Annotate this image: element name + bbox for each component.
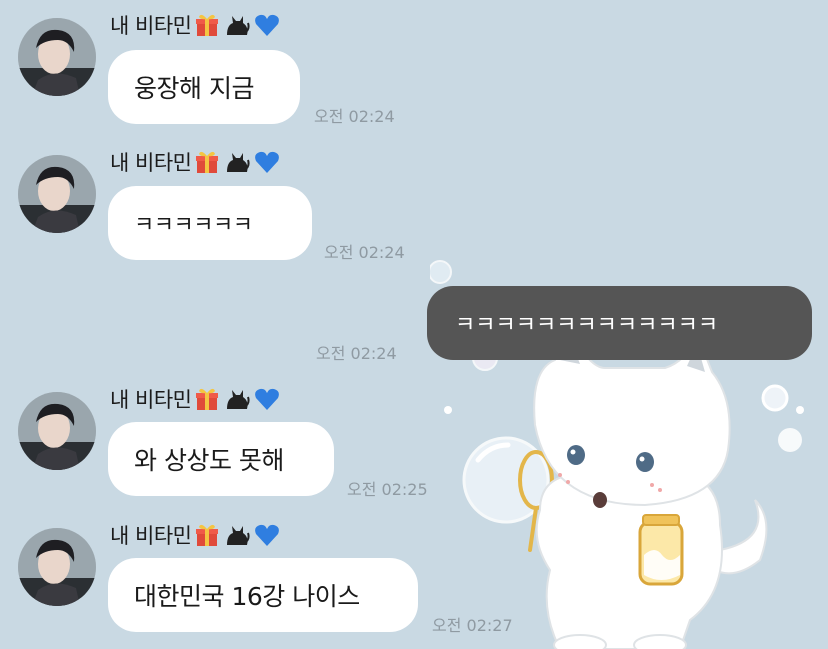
- sender-name-text: 내 비타민: [110, 14, 192, 38]
- sender-name: 내 비타민: [110, 384, 281, 414]
- gift-icon: [193, 521, 221, 549]
- sender-name-text: 내 비타민: [110, 151, 192, 175]
- message-bubble[interactable]: 대한민국 16강 나이스: [108, 558, 418, 632]
- blue-heart-icon: [253, 521, 281, 549]
- message-time: 오전 02:24: [314, 107, 395, 126]
- gift-icon: [193, 148, 221, 176]
- sender-name: 내 비타민: [110, 147, 281, 177]
- black-cat-icon: [223, 148, 251, 176]
- message-time: 오전 02:24: [324, 243, 405, 262]
- message-time: 오전 02:24: [316, 344, 397, 363]
- message-time: 오전 02:25: [347, 480, 428, 499]
- black-cat-icon: [223, 521, 251, 549]
- blue-heart-icon: [253, 385, 281, 413]
- gift-icon: [193, 11, 221, 39]
- message-bubble[interactable]: 와 상상도 못해: [108, 422, 334, 496]
- message-bubble[interactable]: 웅장해 지금: [108, 50, 300, 124]
- message-time: 오전 02:27: [432, 616, 513, 635]
- blue-heart-icon: [253, 11, 281, 39]
- gift-icon: [193, 385, 221, 413]
- black-cat-icon: [223, 11, 251, 39]
- avatar[interactable]: [18, 528, 96, 606]
- black-cat-icon: [223, 385, 251, 413]
- my-message-bubble[interactable]: ㅋㅋㅋㅋㅋㅋㅋㅋㅋㅋㅋㅋㅋ: [427, 286, 812, 360]
- blue-heart-icon: [253, 148, 281, 176]
- sender-name: 내 비타민: [110, 10, 281, 40]
- message-bubble[interactable]: ㅋㅋㅋㅋㅋㅋ: [108, 186, 312, 260]
- avatar[interactable]: [18, 392, 96, 470]
- sender-name: 내 비타민: [110, 520, 281, 550]
- avatar[interactable]: [18, 18, 96, 96]
- sender-name-text: 내 비타민: [110, 388, 192, 412]
- sender-name-text: 내 비타민: [110, 524, 192, 548]
- avatar[interactable]: [18, 155, 96, 233]
